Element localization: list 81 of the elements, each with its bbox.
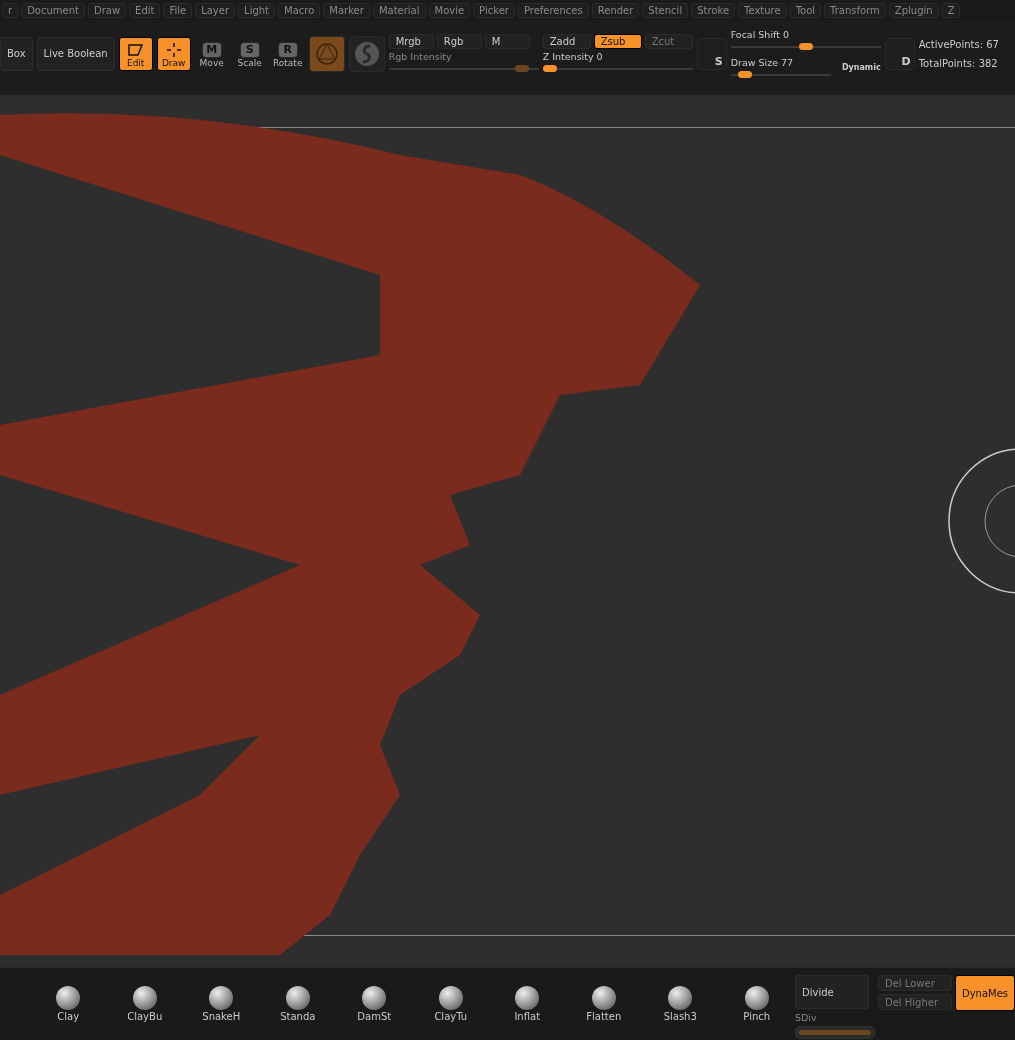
brush-item[interactable]: SnakeH — [183, 986, 260, 1022]
stroke-brush-button[interactable]: S — [696, 37, 727, 70]
brush-item[interactable]: ClayTu — [412, 986, 489, 1022]
menu-item[interactable]: Draw — [87, 2, 127, 18]
point-count: TotalPoints: 382 — [918, 57, 999, 69]
sdiv-label: SDiv — [795, 1012, 818, 1023]
mode-button[interactable]: Edit — [118, 36, 153, 71]
menu-item[interactable]: Z — [941, 2, 961, 18]
slider-thumb[interactable] — [737, 70, 752, 78]
menu-item[interactable]: Document — [21, 2, 85, 18]
brush-sphere-icon — [56, 986, 81, 1010]
brush-sphere-icon — [362, 986, 387, 1010]
color-mode-button[interactable]: Mrgb — [388, 34, 434, 49]
dynamesh-button[interactable]: DynaMes — [955, 975, 1015, 1011]
slider-label: Z Intensity 0 — [542, 51, 603, 62]
menu-item[interactable]: Preferences — [517, 2, 589, 18]
menu-item[interactable]: Marker — [323, 2, 370, 18]
brush-sphere-icon — [438, 986, 463, 1010]
sdiv-slider-track[interactable] — [795, 1026, 875, 1039]
material-sphere-icon — [314, 41, 339, 66]
draw-brush-button[interactable]: D — [884, 37, 915, 70]
brush-item[interactable]: Clay — [30, 986, 107, 1022]
s-sphere-icon — [353, 40, 380, 67]
key-badge: M — [201, 41, 222, 58]
menu-item[interactable]: Macro — [278, 2, 321, 18]
menu-item[interactable]: Texture — [738, 2, 787, 18]
brush-item[interactable]: Inflat — [489, 986, 566, 1022]
slider-label: Draw Size 77 — [730, 56, 794, 68]
depth-mode-button[interactable]: Zsub — [593, 34, 642, 49]
menu-item[interactable]: Render — [591, 2, 640, 18]
key-badge: S — [239, 41, 260, 58]
brush-sphere-icon — [285, 986, 310, 1010]
slider-track[interactable] — [542, 65, 693, 73]
mode-button[interactable]: S Scale — [232, 36, 267, 71]
menu-item[interactable]: Zplugin — [888, 2, 939, 18]
transform-gizmo-icon[interactable] — [947, 447, 1015, 595]
depth-mode-button[interactable]: Zadd — [542, 34, 591, 49]
menu-item[interactable]: Picker — [473, 2, 515, 18]
mode-button[interactable]: R Rotate — [270, 36, 305, 71]
brush-item[interactable]: Slash3 — [642, 986, 719, 1022]
brush-item[interactable]: Standa — [259, 986, 336, 1022]
divide-button[interactable]: Divide — [795, 975, 869, 1009]
menu-item[interactable]: r — [2, 2, 19, 18]
slider-thumb[interactable] — [542, 65, 557, 72]
brush-item[interactable]: Pinch — [718, 986, 795, 1022]
menu-item[interactable]: Material — [372, 2, 426, 18]
material-swatch[interactable] — [308, 35, 345, 72]
menu-item[interactable]: Tool — [789, 2, 822, 18]
brush-sphere-icon — [209, 986, 234, 1010]
menu-item[interactable]: Transform — [824, 2, 886, 18]
edit-frame-icon — [125, 41, 146, 58]
brush-sphere-icon — [668, 986, 693, 1010]
brush-item[interactable]: Flatten — [565, 986, 642, 1022]
mode-button[interactable]: Draw — [156, 36, 191, 71]
brush-sphere-icon — [744, 986, 769, 1010]
crosshair-icon — [165, 41, 182, 58]
menu-item[interactable]: Edit — [129, 2, 161, 18]
slider-thumb[interactable] — [798, 42, 813, 50]
texture-swatch[interactable] — [348, 35, 385, 72]
menu-item[interactable]: Layer — [195, 2, 236, 18]
toolbar-button[interactable]: Box — [0, 36, 33, 71]
menu-item[interactable]: Stroke — [691, 2, 736, 18]
color-mode-button[interactable]: M — [484, 34, 530, 49]
brush-sphere-icon — [515, 986, 540, 1010]
brush-item[interactable]: DamSt — [336, 986, 413, 1022]
slider-track[interactable] — [388, 65, 539, 73]
slider-label: Rgb Intensity — [388, 51, 452, 62]
brush-item[interactable]: ClayBu — [106, 986, 183, 1022]
brush-sphere-icon — [591, 986, 616, 1010]
menu-item[interactable]: Movie — [428, 2, 471, 18]
point-count: ActivePoints: 67 — [918, 38, 999, 50]
color-mode-button[interactable]: Rgb — [436, 34, 482, 49]
slider-label: Focal Shift 0 — [730, 28, 789, 40]
brush-sphere-icon — [132, 986, 157, 1010]
dynamic-toggle[interactable]: Dynamic — [841, 60, 881, 75]
menu-item[interactable]: Stencil — [642, 2, 689, 18]
toolbar-button[interactable]: Live Boolean — [36, 36, 115, 71]
menu-item[interactable]: File — [163, 2, 193, 18]
mode-button[interactable]: M Move — [194, 36, 229, 71]
menu-item[interactable]: Light — [238, 2, 276, 18]
key-badge: R — [277, 41, 298, 58]
